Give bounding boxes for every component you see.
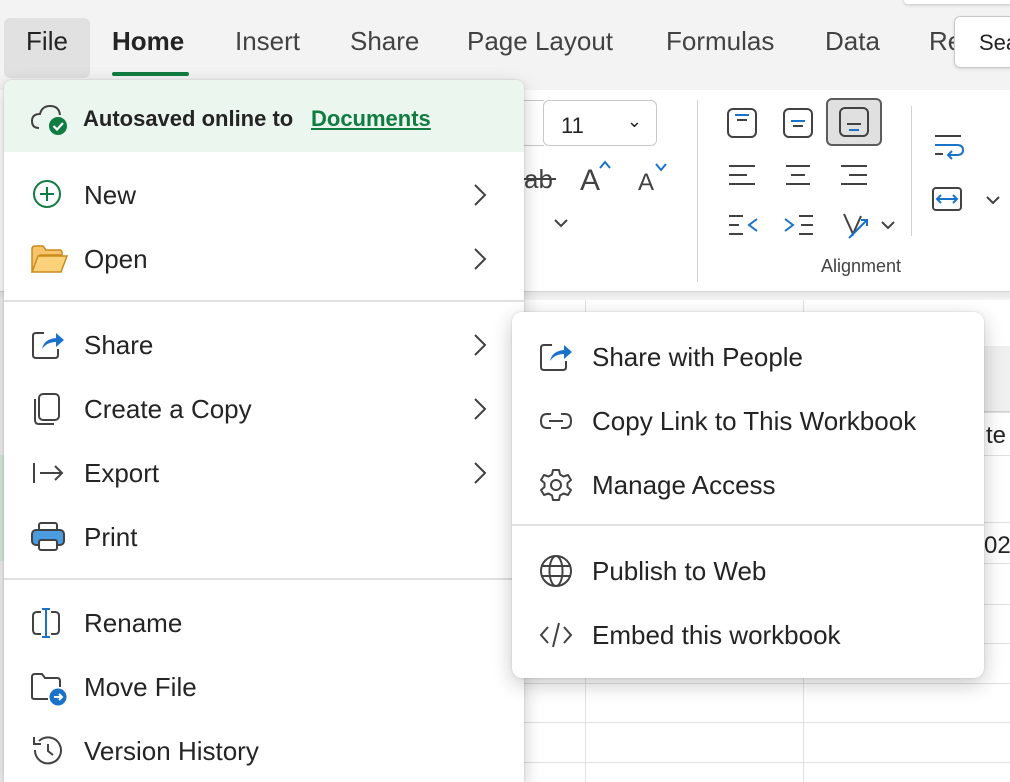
submenu-item-label: Embed this workbook	[592, 620, 841, 650]
submenu-item-manage-access[interactable]: Manage Access	[512, 454, 984, 516]
decrease-font-size-icon[interactable]: A	[636, 160, 672, 194]
align-center-icon[interactable]	[783, 160, 817, 194]
increase-indent-icon[interactable]	[783, 210, 817, 244]
tab-home[interactable]: Home	[112, 28, 184, 54]
menu-item-label: Rename	[84, 608, 183, 638]
svg-text:A: A	[580, 164, 600, 194]
tab-share[interactable]: Share	[350, 28, 419, 54]
strikethrough-icon[interactable]: ab	[524, 164, 556, 192]
menu-item-label: Export	[84, 458, 160, 488]
cell-text[interactable]: te	[986, 422, 1006, 450]
history-icon	[30, 733, 66, 769]
chevron-down-icon[interactable]	[553, 216, 569, 230]
plus-circle-icon	[30, 177, 66, 213]
menu-divider	[4, 578, 524, 580]
increase-font-size-icon[interactable]: A	[578, 158, 614, 194]
svg-text:A: A	[638, 169, 654, 194]
ribbon-tab-bar: File Home Insert Share Page Layout Formu…	[0, 0, 1010, 90]
menu-divider	[4, 300, 524, 302]
chevron-down-icon: ⌄	[626, 111, 642, 131]
menu-item-label: Share	[84, 330, 154, 360]
chevron-down-icon[interactable]	[880, 218, 914, 252]
share-submenu: Share with People Copy Link to This Work…	[512, 312, 984, 678]
grid-line	[524, 683, 1010, 684]
submenu-item-label: Manage Access	[592, 470, 776, 500]
tab-page-layout[interactable]: Page Layout	[467, 28, 613, 54]
globe-icon	[538, 553, 574, 589]
cloud-check-icon	[30, 102, 70, 136]
tab-insert[interactable]: Insert	[235, 28, 300, 54]
align-middle-icon[interactable]	[782, 107, 816, 141]
font-size-value: 11	[561, 113, 584, 138]
menu-item-label: Move File	[84, 672, 197, 702]
export-icon	[30, 455, 66, 491]
column-header	[984, 346, 1010, 412]
align-bottom-icon[interactable]	[826, 98, 882, 146]
menu-item-rename[interactable]: Rename	[4, 592, 524, 654]
documents-link[interactable]: Documents	[311, 106, 431, 132]
menu-item-label: New	[84, 180, 137, 210]
folder-icon	[30, 241, 68, 277]
text-orientation-icon[interactable]	[841, 210, 875, 244]
align-top-icon[interactable]	[726, 107, 760, 141]
cell-text[interactable]: 025	[984, 532, 1010, 560]
submenu-item-share-with-people[interactable]: Share with People	[512, 326, 984, 388]
grid-line	[524, 722, 1010, 723]
menu-item-export[interactable]: Export	[4, 442, 524, 504]
submenu-item-label: Publish to Web	[592, 556, 767, 586]
menu-item-share[interactable]: Share	[4, 314, 524, 376]
rename-icon	[30, 605, 66, 641]
grid-line	[524, 762, 1010, 763]
tab-file[interactable]: File	[4, 18, 90, 78]
gear-icon	[538, 467, 574, 503]
search-input[interactable]: Sea	[954, 16, 1010, 68]
copy-icon	[30, 391, 66, 427]
menu-item-label: Version History	[84, 736, 259, 766]
menu-item-label: Print	[84, 522, 138, 552]
chevron-right-icon	[470, 394, 490, 424]
submenu-item-publish-to-web[interactable]: Publish to Web	[512, 540, 984, 602]
window-edge	[904, 0, 1010, 4]
code-icon	[538, 617, 574, 653]
menu-divider	[512, 524, 984, 526]
font-size-dropdown[interactable]: 11 ⌄	[543, 100, 657, 146]
menu-item-move-file[interactable]: Move File	[4, 656, 524, 718]
link-icon	[538, 403, 574, 439]
menu-item-new[interactable]: New	[4, 164, 524, 226]
ribbon-divider	[697, 100, 698, 282]
menu-item-print[interactable]: Print	[4, 506, 524, 568]
chevron-right-icon	[470, 244, 490, 274]
tab-data[interactable]: Data	[825, 28, 880, 54]
submenu-item-embed[interactable]: Embed this workbook	[512, 604, 984, 666]
ribbon-divider	[911, 106, 912, 236]
menu-item-open[interactable]: Open	[4, 228, 524, 290]
chevron-right-icon	[470, 458, 490, 488]
chevron-right-icon	[470, 180, 490, 210]
chevron-down-icon[interactable]	[985, 193, 1010, 227]
decrease-indent-icon[interactable]	[727, 210, 761, 244]
tab-formulas[interactable]: Formulas	[666, 28, 774, 54]
share-icon	[30, 327, 66, 363]
font-name-box-edge[interactable]	[524, 100, 544, 146]
menu-item-label: Open	[84, 244, 148, 274]
autosave-banner: Autosaved online to Documents	[4, 80, 524, 152]
print-icon	[30, 519, 66, 555]
share-icon	[538, 339, 574, 375]
menu-item-version-history[interactable]: Version History	[4, 720, 524, 782]
merge-center-icon[interactable]	[931, 184, 965, 218]
file-menu: Autosaved online to Documents New Open S…	[4, 80, 524, 782]
submenu-item-label: Copy Link to This Workbook	[592, 406, 917, 436]
menu-item-label: Create a Copy	[84, 394, 252, 424]
alignment-group-label: Alignment	[821, 256, 902, 276]
active-tab-indicator	[112, 72, 189, 76]
align-left-icon[interactable]	[727, 160, 761, 194]
wrap-text-icon[interactable]	[933, 130, 967, 164]
move-file-icon	[30, 669, 67, 706]
align-right-icon[interactable]	[839, 160, 873, 194]
submenu-item-copy-link[interactable]: Copy Link to This Workbook	[512, 390, 984, 452]
submenu-item-label: Share with People	[592, 342, 804, 372]
menu-item-create-copy[interactable]: Create a Copy	[4, 378, 524, 440]
autosave-text: Autosaved online to	[83, 106, 294, 131]
chevron-right-icon	[470, 330, 490, 360]
